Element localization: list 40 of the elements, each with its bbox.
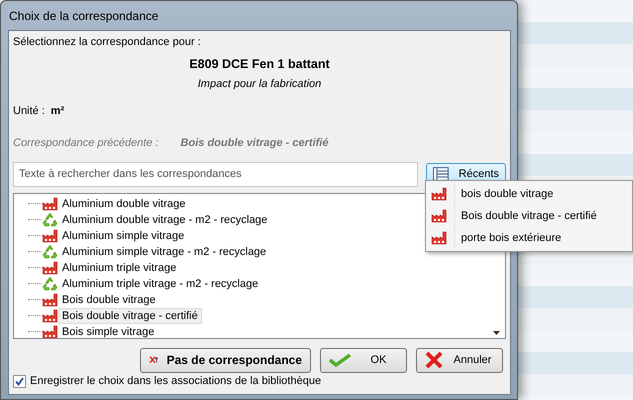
factory-icon xyxy=(42,228,58,243)
factory-icon xyxy=(42,260,58,275)
tree-item[interactable]: Aluminium double vitrage xyxy=(58,196,190,212)
factory-icon xyxy=(431,209,447,223)
scroll-down-icon[interactable] xyxy=(493,330,500,335)
checkbox-label: Enregistrer le choix dans les associations de la bibliothèque xyxy=(30,374,322,389)
unit-value: m² xyxy=(50,104,64,119)
menu-item[interactable]: porte bois extérieure xyxy=(428,227,630,249)
tree-item[interactable]: Aluminium triple vitrage - m2 - recyclage xyxy=(58,276,262,292)
tree-item[interactable]: Bois simple vitrage xyxy=(58,324,158,338)
factory-icon xyxy=(42,292,58,307)
close-icon xyxy=(425,351,443,370)
factory-icon xyxy=(42,308,58,323)
tree-item[interactable]: Aluminium simple vitrage - m2 - recyclage xyxy=(58,244,270,260)
window-title: Choix de la correspondance xyxy=(8,8,160,25)
unit-label: Unité : xyxy=(13,104,45,119)
search-field[interactable]: Texte à rechercher dans les correspondances xyxy=(13,162,418,187)
recycle-icon xyxy=(42,276,58,292)
cancel-button[interactable]: Annuler xyxy=(416,348,503,373)
tree-item[interactable]: Aluminium double vitrage - m2 - recyclage xyxy=(58,212,272,228)
no-match-button[interactable]: Pas de correspondance xyxy=(140,348,311,373)
previous-label: Correspondance précédente : xyxy=(13,136,159,152)
recycle-icon xyxy=(42,212,58,228)
menu-item[interactable]: bois double vitrage xyxy=(428,183,630,205)
tree-item[interactable]: Bois double vitrage - certifié xyxy=(58,308,202,324)
check-icon xyxy=(329,353,351,368)
previous-value: Bois double vitrage - certifié xyxy=(180,136,328,152)
item-subtitle: Impact pour la fabrication xyxy=(198,77,322,92)
factory-icon xyxy=(431,231,447,245)
checkbox[interactable] xyxy=(13,374,26,388)
ok-button[interactable]: OK xyxy=(320,348,407,373)
recycle-icon xyxy=(42,244,58,260)
factory-icon xyxy=(42,196,58,211)
menu-item[interactable]: Bois double vitrage - certifié xyxy=(428,205,630,227)
factory-icon xyxy=(431,187,447,201)
tree-item[interactable]: Bois double vitrage xyxy=(58,292,160,308)
prompt-text: Sélectionnez la correspondance pour : xyxy=(13,35,201,50)
tree-item[interactable]: Aluminium simple vitrage xyxy=(58,228,188,244)
item-name: E809 DCE Fen 1 battant xyxy=(189,56,330,72)
tree-item[interactable]: Aluminium triple vitrage xyxy=(58,260,180,276)
